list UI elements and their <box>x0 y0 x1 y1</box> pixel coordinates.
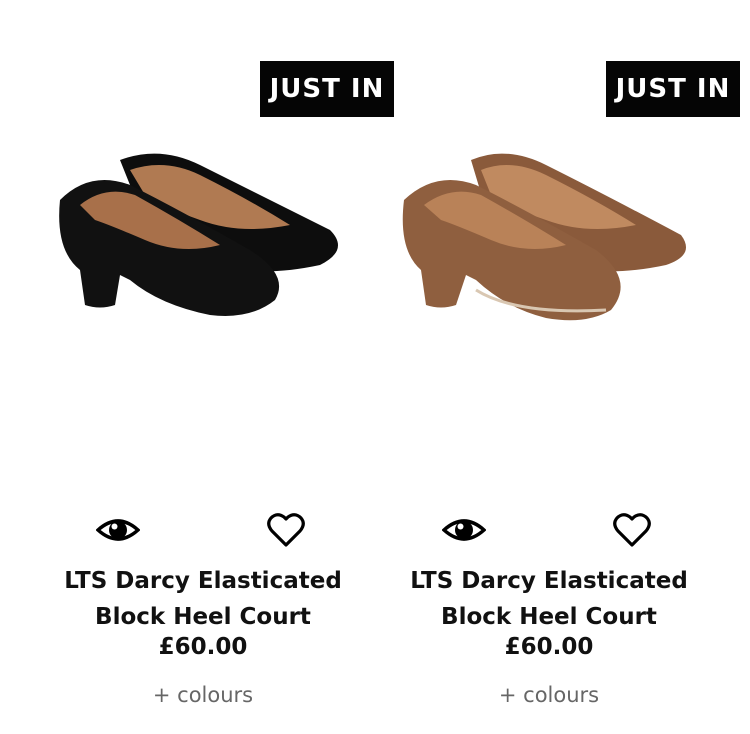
product-image[interactable]: JUST IN <box>30 0 394 490</box>
more-colours-link[interactable]: + colours <box>376 683 722 707</box>
product-actions <box>376 508 722 554</box>
product-price: £60.00 <box>158 634 248 660</box>
product-title[interactable]: LTS Darcy Elasticated Block Heel Court <box>376 563 722 635</box>
product-card[interactable]: JUST IN LTS Darcy Elasticated Block Heel… <box>30 0 394 734</box>
product-price: £60.00 <box>504 634 594 660</box>
just-in-badge: JUST IN <box>260 61 394 117</box>
heart-icon[interactable] <box>612 510 652 550</box>
product-grid: JUST IN LTS Darcy Elasticated Block Heel… <box>0 0 750 734</box>
eye-icon[interactable] <box>96 508 140 552</box>
shoe-image-tan <box>402 153 686 321</box>
heart-icon[interactable] <box>266 510 306 550</box>
product-card[interactable]: JUST IN LTS Darcy Elasticated Block Heel… <box>376 0 740 734</box>
just-in-badge: JUST IN <box>606 61 740 117</box>
product-title[interactable]: LTS Darcy Elasticated Block Heel Court <box>30 563 376 635</box>
eye-icon[interactable] <box>442 508 486 552</box>
shoe-image-black <box>59 153 338 316</box>
product-image[interactable]: JUST IN <box>376 0 740 490</box>
more-colours-link[interactable]: + colours <box>30 683 376 707</box>
product-actions <box>30 508 376 554</box>
